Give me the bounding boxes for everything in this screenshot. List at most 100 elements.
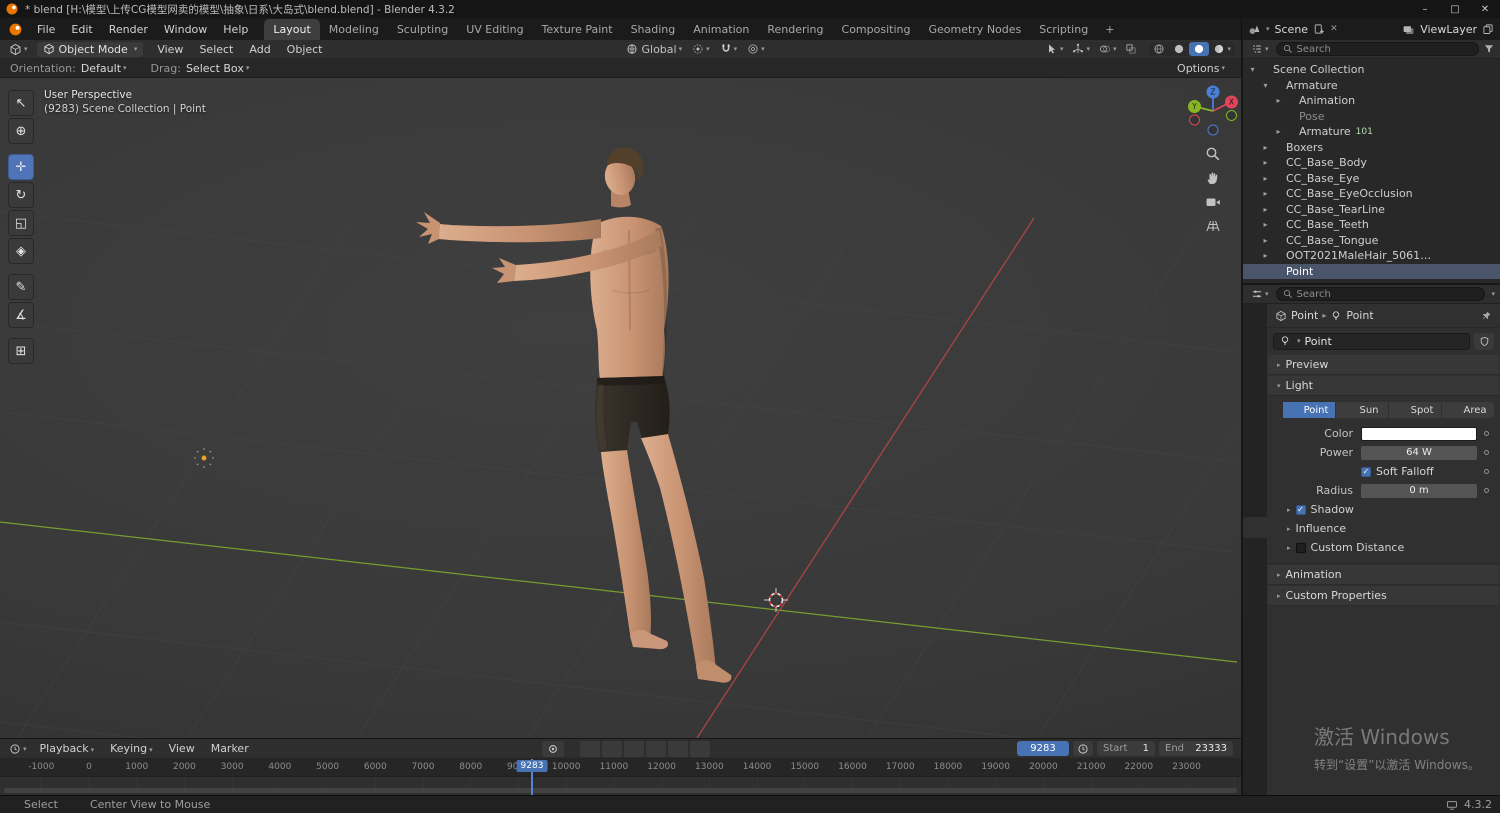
hide-in-viewport-toggle[interactable]: [1464, 203, 1476, 215]
pin-icon[interactable]: [1480, 310, 1492, 322]
row-name[interactable]: Armature: [1286, 79, 1338, 92]
scene-name[interactable]: Scene: [1275, 23, 1309, 36]
panel-animation[interactable]: ▸ Animation: [1268, 565, 1499, 585]
tool-button[interactable]: ⊞: [8, 338, 34, 364]
light-type-button[interactable]: Sun: [1336, 402, 1388, 418]
editor-type-button[interactable]: ▾: [1248, 43, 1272, 55]
filter-icon[interactable]: [1483, 43, 1495, 55]
row-name[interactable]: CC_Base_Body: [1286, 156, 1367, 169]
workspace-tab[interactable]: Shading: [622, 19, 685, 40]
camera-view-button[interactable]: [1205, 194, 1221, 210]
transform-orientation-dropdown[interactable]: Global ▾: [623, 43, 686, 56]
outliner-row[interactable]: ▸ Animation: [1243, 93, 1500, 109]
row-name[interactable]: Boxers: [1286, 141, 1323, 154]
properties-tab[interactable]: [1243, 496, 1267, 517]
new-scene-icon[interactable]: [1313, 23, 1325, 35]
menu-item[interactable]: View▾: [161, 742, 203, 755]
transport-button[interactable]: [668, 741, 688, 757]
snap-toggle[interactable]: ▾: [717, 43, 741, 55]
custom-distance-subpanel[interactable]: ▸ Custom Distance: [1273, 538, 1494, 557]
workspace-tab[interactable]: UV Editing: [457, 19, 532, 40]
row-name[interactable]: CC_Base_EyeOcclusion: [1286, 187, 1413, 200]
selectability-dropdown[interactable]: ▾: [1043, 43, 1067, 55]
hide-in-viewport-toggle[interactable]: [1464, 250, 1476, 262]
ortho-toggle-button[interactable]: [1205, 218, 1221, 234]
timeline-ruler[interactable]: -100001000200030004000500060007000800090…: [0, 759, 1241, 777]
menu-item[interactable]: File: [29, 23, 63, 36]
shading-wireframe-button[interactable]: [1149, 42, 1169, 56]
animate-dot[interactable]: [1484, 469, 1489, 474]
use-preview-range-button[interactable]: [1073, 741, 1093, 756]
outliner-row[interactable]: Pose: [1243, 109, 1500, 125]
menu-item[interactable]: Window: [156, 23, 215, 36]
panel-custom-properties[interactable]: ▸ Custom Properties: [1268, 586, 1499, 606]
menu-item[interactable]: Edit: [63, 23, 100, 36]
proportional-edit-dropdown[interactable]: ▾: [744, 43, 768, 55]
animate-dot[interactable]: [1484, 450, 1489, 455]
menu-item[interactable]: Help: [215, 23, 256, 36]
custom-distance-checkbox[interactable]: [1295, 542, 1306, 553]
hide-in-viewport-toggle[interactable]: [1464, 219, 1476, 231]
properties-tab[interactable]: [1243, 454, 1267, 475]
editor-type-button[interactable]: ▾: [1248, 288, 1272, 300]
transport-button[interactable]: [646, 741, 666, 757]
zoom-button[interactable]: [1205, 146, 1221, 162]
minimize-button[interactable]: –: [1410, 0, 1440, 18]
expand-arrow[interactable]: ▸: [1260, 158, 1271, 167]
point-light-gizmo[interactable]: [194, 448, 214, 468]
shadow-checkbox[interactable]: [1295, 504, 1306, 515]
id-name-field[interactable]: ▾ Point: [1273, 332, 1470, 350]
copy-view-layer-icon[interactable]: [1482, 23, 1494, 35]
disable-in-render-toggle[interactable]: [1481, 250, 1493, 262]
row-name[interactable]: OOT2021MaleHair_506113_Shap…: [1286, 249, 1438, 262]
add-workspace-button[interactable]: +: [1097, 23, 1122, 36]
tool-button[interactable]: ✎: [8, 274, 34, 300]
axis-x-negative[interactable]: [1189, 114, 1200, 126]
close-button[interactable]: ✕: [1470, 0, 1500, 18]
auto-keying-toggle[interactable]: [542, 741, 564, 757]
expand-arrow[interactable]: ▸: [1260, 251, 1271, 260]
tool-button[interactable]: ↻: [8, 182, 34, 208]
menu-item[interactable]: Add: [241, 43, 278, 56]
shading-rendered-button[interactable]: ▾: [1209, 42, 1235, 56]
transport-button[interactable]: [602, 741, 622, 757]
breadcrumb-data[interactable]: Point: [1346, 309, 1373, 322]
viewport-canvas[interactable]: User Perspective (9283) Scene Collection…: [0, 78, 1241, 738]
unlink-scene-button[interactable]: ✕: [1328, 24, 1340, 34]
menu-item[interactable]: View: [149, 43, 191, 56]
outliner-row[interactable]: ▸ CC_Base_TearLine: [1243, 202, 1500, 218]
timeline-scrollbar[interactable]: [4, 788, 1237, 793]
orientation-dropdown[interactable]: Default ▾: [81, 62, 127, 75]
editor-type-button[interactable]: ▾: [6, 43, 31, 56]
breadcrumb-object[interactable]: Point: [1291, 309, 1318, 322]
soft-falloff-checkbox[interactable]: [1361, 466, 1371, 477]
current-frame-field[interactable]: 9283: [1017, 741, 1069, 756]
workspace-tab[interactable]: Geometry Nodes: [919, 19, 1030, 40]
options-dropdown[interactable]: Options ▾: [1177, 62, 1231, 75]
influence-subpanel[interactable]: ▸ Influence: [1273, 519, 1494, 538]
properties-search-input[interactable]: Search: [1275, 287, 1486, 301]
transport-button[interactable]: [690, 741, 710, 757]
outliner-row[interactable]: ▾ Armature: [1243, 78, 1500, 94]
object-icon[interactable]: [1275, 310, 1287, 322]
character-model[interactable]: [416, 147, 732, 683]
view-layer-name[interactable]: ViewLayer: [1420, 23, 1477, 36]
outliner-row[interactable]: ▸ CC_Base_Eye: [1243, 171, 1500, 187]
row-name[interactable]: CC_Base_TearLine: [1286, 203, 1385, 216]
workspace-tab[interactable]: Sculpting: [388, 19, 457, 40]
tool-button[interactable]: ◈: [8, 238, 34, 264]
hide-in-viewport-toggle[interactable]: [1464, 141, 1476, 153]
browse-scene-icon[interactable]: [1248, 23, 1261, 36]
row-name[interactable]: Animation: [1299, 94, 1355, 107]
blender-menu-icon[interactable]: [8, 22, 23, 37]
hide-in-viewport-toggle[interactable]: [1464, 172, 1476, 184]
hide-in-viewport-toggle[interactable]: [1464, 234, 1476, 246]
menu-item[interactable]: Playback ▾: [32, 742, 103, 755]
disable-in-render-toggle[interactable]: [1481, 265, 1493, 277]
pivot-point-dropdown[interactable]: ▾: [689, 43, 713, 55]
color-swatch[interactable]: [1361, 426, 1477, 441]
properties-tab[interactable]: [1243, 404, 1267, 425]
expand-arrow[interactable]: ▸: [1260, 220, 1271, 229]
transport-button[interactable]: [624, 741, 644, 757]
tool-button[interactable]: ∡: [8, 302, 34, 328]
